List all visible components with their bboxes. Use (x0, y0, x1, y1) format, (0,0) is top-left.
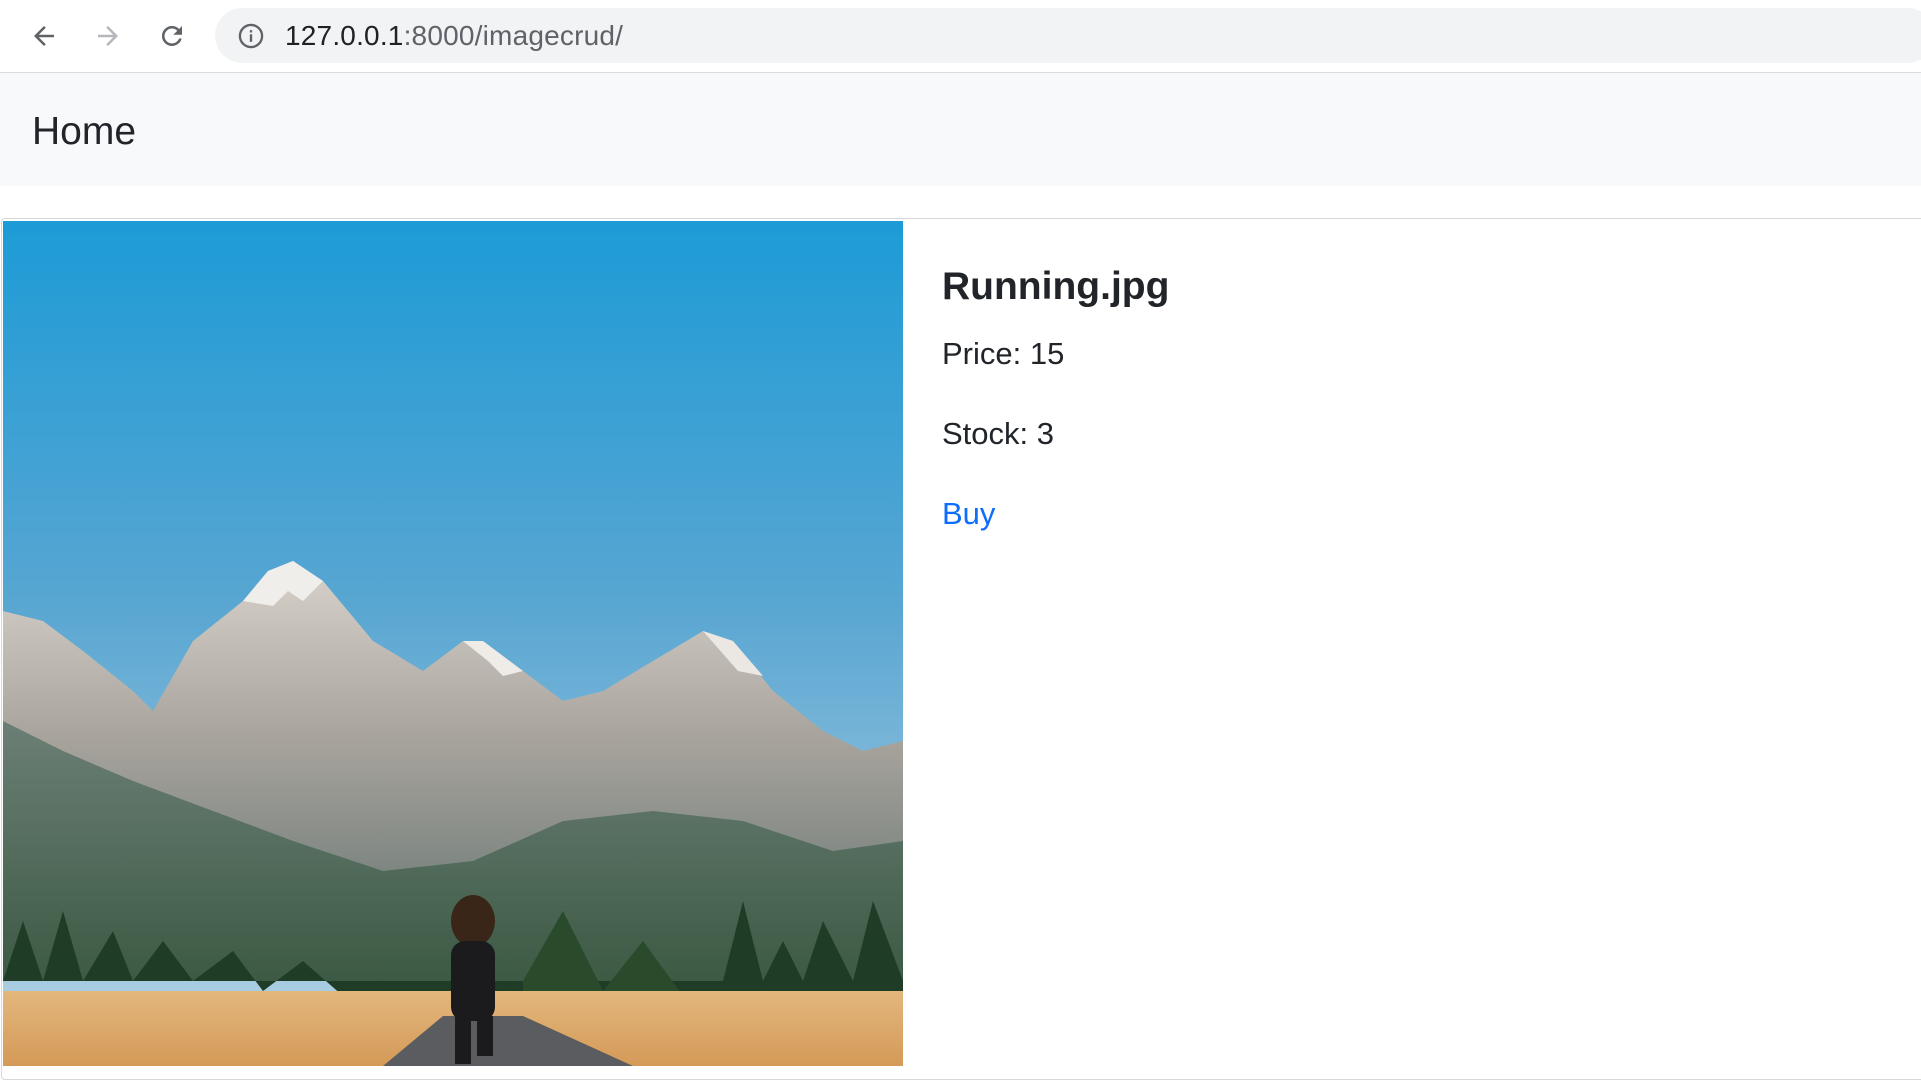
card-body: Running.jpg Price: 15 Stock: 3 Buy (942, 263, 1170, 531)
back-button[interactable] (22, 14, 66, 58)
product-price: Price: 15 (942, 336, 1065, 371)
back-arrow-icon (34, 26, 54, 46)
url-host: 127.0.0.1 (285, 20, 404, 51)
buy-link[interactable]: Buy (942, 496, 995, 532)
product-title: Running.jpg (942, 265, 1170, 308)
product-stock: Stock: 3 (942, 416, 1054, 451)
url-text: 127.0.0.1:8000/imagecrud/ (285, 21, 623, 51)
product-card: Running.jpg Price: 15 Stock: 3 Buy (1, 218, 1921, 1080)
site-navbar: Home (0, 73, 1921, 186)
forward-arrow-icon (98, 26, 118, 46)
product-image (3, 221, 903, 1066)
reload-button[interactable] (150, 14, 194, 58)
browser-toolbar: 127.0.0.1:8000/imagecrud/ (0, 0, 1921, 73)
reload-icon (161, 25, 182, 46)
url-path: :8000/imagecrud/ (403, 20, 624, 51)
forward-button[interactable] (86, 14, 130, 58)
home-link[interactable]: Home (32, 110, 136, 154)
address-bar[interactable]: 127.0.0.1:8000/imagecrud/ (215, 8, 1921, 63)
info-icon[interactable] (237, 22, 265, 50)
